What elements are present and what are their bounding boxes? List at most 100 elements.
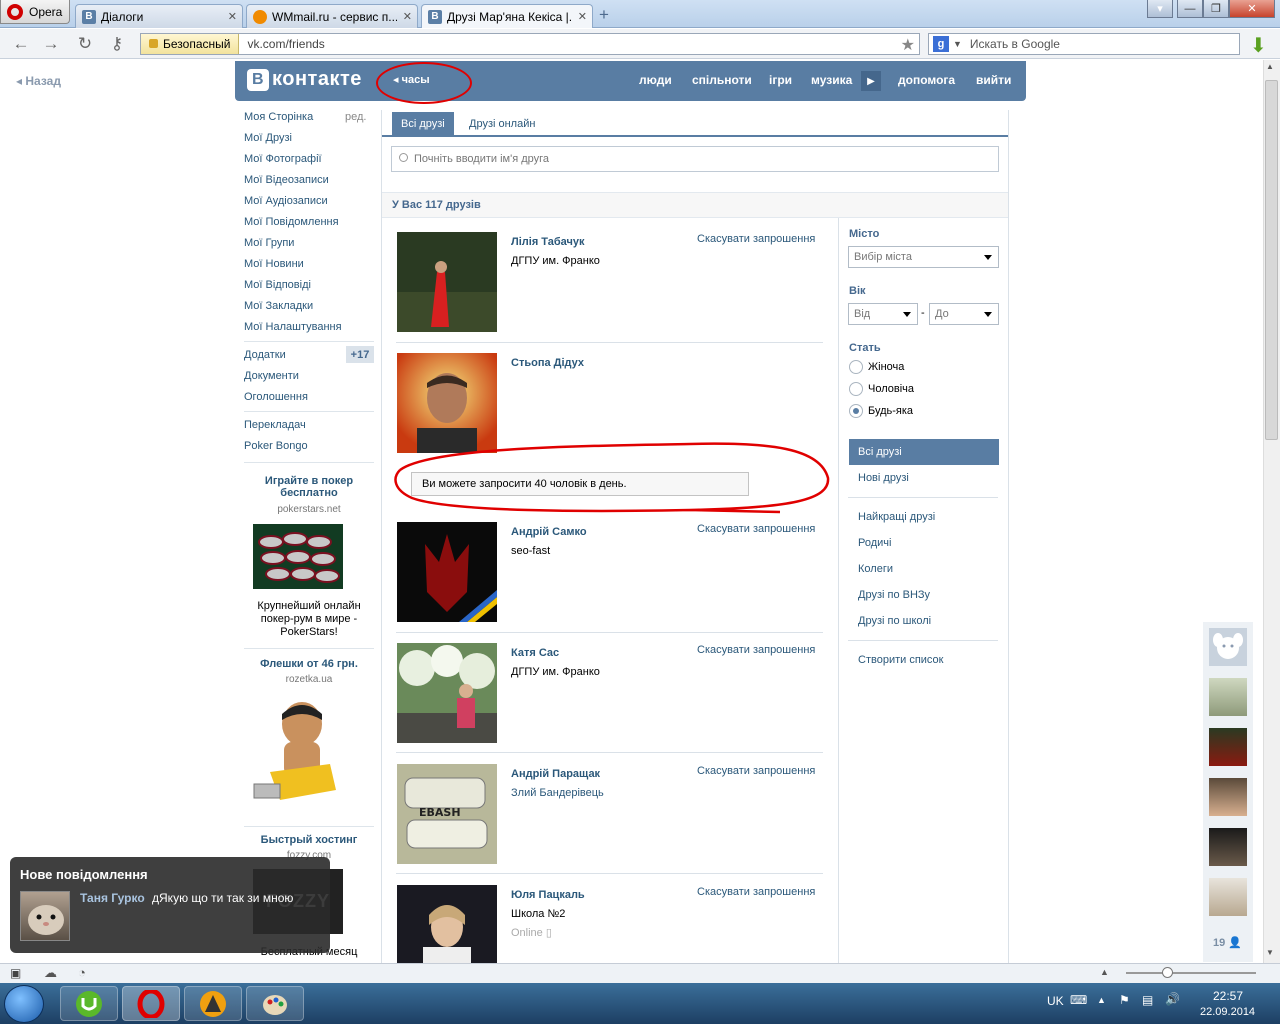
cancel-invite-link[interactable]: Скасувати запрошення [697, 233, 815, 245]
menu-my-page[interactable]: Моя Сторінка [244, 111, 313, 123]
cloud-icon[interactable]: ☁ [44, 965, 57, 981]
url-text[interactable]: vk.com/friends [239, 37, 324, 51]
list-all-friends[interactable]: Всі друзі [849, 439, 999, 465]
sex-male-radio[interactable] [849, 382, 863, 396]
scroll-down-icon[interactable]: ▼ [1266, 948, 1274, 957]
search-field[interactable]: g ▼ Искать в Google [928, 33, 1240, 55]
vk-dog-icon[interactable] [1209, 628, 1247, 666]
restore-icon[interactable]: ❐ [1203, 0, 1229, 18]
menu-my-audio[interactable]: Мої Аудіозаписи [244, 195, 328, 207]
nav-music[interactable]: музика [811, 73, 852, 87]
tray-expand-icon[interactable]: ▲ [1097, 995, 1106, 1005]
ad-flash-drive-image[interactable] [250, 694, 346, 812]
ad-title[interactable]: Играйте в покер бесплатно [244, 475, 374, 499]
new-message-notification[interactable]: Нове повідомлення Таня Гурко дЯкую що ти… [10, 857, 330, 953]
new-tab-button[interactable]: + [599, 5, 609, 25]
forward-arrow-icon[interactable]: → [40, 33, 62, 55]
friend-photo[interactable] [397, 643, 497, 743]
scrollbar-thumb[interactable] [1265, 80, 1278, 440]
flag-icon[interactable]: ⚑ [1119, 993, 1130, 1007]
tab-list-icon[interactable]: ▾ [1147, 0, 1173, 18]
sex-any-label[interactable]: Будь-яка [868, 405, 913, 417]
menu-apps[interactable]: Додатки [244, 349, 286, 361]
volume-icon[interactable]: 🔊 [1165, 992, 1180, 1006]
speed-dial-icon[interactable]: ◔ [78, 965, 86, 980]
chevron-down-icon[interactable]: ▼ [953, 39, 962, 49]
sender-avatar[interactable] [20, 891, 70, 941]
ad-title[interactable]: Флешки от 46 грн. [244, 658, 374, 670]
sex-any-radio[interactable] [849, 404, 863, 418]
close-tab-icon[interactable]: ✕ [578, 10, 587, 23]
list-school[interactable]: Друзі по школі [858, 615, 931, 627]
scroll-up-icon[interactable]: ▲ [1266, 62, 1274, 71]
clock-time[interactable]: 22:57 [1213, 989, 1243, 1003]
friend-photo[interactable] [397, 522, 497, 622]
tab-online-friends[interactable]: Друзі онлайн [460, 112, 544, 136]
chat-contact-avatar[interactable] [1209, 728, 1247, 766]
menu-my-videos[interactable]: Мої Відеозаписи [244, 174, 329, 186]
chat-contact-avatar[interactable] [1209, 678, 1247, 716]
play-icon[interactable]: ▶ [861, 71, 881, 91]
minimize-icon[interactable]: — [1177, 0, 1203, 18]
cancel-invite-link[interactable]: Скасувати запрошення [697, 523, 815, 535]
keyboard-icon[interactable]: ⌨ [1070, 993, 1087, 1007]
sex-male-label[interactable]: Чоловіча [868, 383, 914, 395]
friend-name[interactable]: Лілія Табачук [511, 236, 585, 248]
browser-tab-wmmail[interactable]: WMmail.ru - сервис п... ✕ [246, 4, 418, 28]
cancel-invite-link[interactable]: Скасувати запрошення [697, 644, 815, 656]
language-indicator[interactable]: UK [1047, 994, 1064, 1008]
clock-date[interactable]: 22.09.2014 [1200, 1006, 1255, 1018]
key-icon[interactable]: ⚷ [106, 33, 128, 55]
browser-tab-friends[interactable]: В Друзі Мар'яна Кекіса |... ✕ [421, 4, 593, 28]
sender-name[interactable]: Таня Гурко [80, 891, 145, 905]
reload-icon[interactable]: ↻ [74, 33, 96, 55]
menu-my-messages[interactable]: Мої Повідомлення [244, 216, 339, 228]
zoom-slider[interactable] [1126, 972, 1256, 974]
address-field[interactable]: Безопасный vk.com/friends ★ [140, 33, 920, 55]
friend-search-input[interactable]: Почніть вводити ім'я друга [391, 146, 999, 172]
list-best-friends[interactable]: Найкращі друзі [858, 511, 935, 523]
vk-logo[interactable]: В контакте [247, 68, 362, 91]
nav-people[interactable]: люди [639, 73, 672, 87]
tab-all-friends[interactable]: Всі друзі [392, 112, 454, 136]
chat-contact-avatar[interactable] [1209, 878, 1247, 916]
online-count[interactable]: 19 👤 [1213, 936, 1242, 949]
apps-badge[interactable]: +17 [346, 346, 374, 363]
age-from-select[interactable]: Від [848, 303, 918, 325]
sex-female-label[interactable]: Жіноча [868, 361, 904, 373]
zoom-slider-thumb[interactable] [1162, 967, 1173, 978]
list-relatives[interactable]: Родичі [858, 537, 891, 549]
menu-my-bookmarks[interactable]: Мої Закладки [244, 300, 313, 312]
friend-photo[interactable]: EBASH [397, 764, 497, 864]
menu-my-friends[interactable]: Мої Друзі [244, 132, 292, 144]
cancel-invite-link[interactable]: Скасувати запрошення [697, 886, 815, 898]
friend-name[interactable]: Андрій Паращак [511, 768, 600, 780]
cancel-invite-link[interactable]: Скасувати запрошення [697, 765, 815, 777]
download-arrow-icon[interactable]: ⬇ [1250, 33, 1267, 58]
utorrent-taskbar-icon[interactable] [60, 986, 118, 1021]
paint-taskbar-icon[interactable] [246, 986, 304, 1021]
opera-menu-button[interactable]: Opera [0, 0, 70, 24]
security-badge[interactable]: Безопасный [141, 34, 240, 54]
opera-taskbar-icon[interactable] [122, 986, 180, 1021]
menu-my-answers[interactable]: Мої Відповіді [244, 279, 311, 291]
back-link[interactable]: ◂ Назад [16, 74, 61, 88]
list-university[interactable]: Друзі по ВНЗу [858, 589, 930, 601]
aimp-taskbar-icon[interactable] [184, 986, 242, 1021]
nav-help[interactable]: допомога [898, 73, 955, 87]
friend-name[interactable]: Андрій Самко [511, 526, 587, 538]
create-list-link[interactable]: Створити список [858, 654, 943, 666]
list-colleagues[interactable]: Колеги [858, 563, 893, 575]
age-to-select[interactable]: До [929, 303, 999, 325]
list-new-friends[interactable]: Нові друзі [858, 472, 909, 484]
edit-link[interactable]: ред. [345, 111, 366, 123]
friend-name[interactable]: Катя Сас [511, 647, 559, 659]
browser-tab-dialogs[interactable]: В Діалоги ✕ [75, 4, 243, 28]
network-icon[interactable]: ▤ [1142, 993, 1153, 1007]
sex-female-radio[interactable] [849, 360, 863, 374]
nav-communities[interactable]: спільноти [692, 73, 752, 87]
ad-poker-image[interactable] [253, 524, 343, 589]
close-tab-icon[interactable]: ✕ [228, 10, 237, 23]
friend-info[interactable]: Злий Бандерівець [511, 787, 604, 799]
nav-logout[interactable]: вийти [976, 73, 1011, 87]
